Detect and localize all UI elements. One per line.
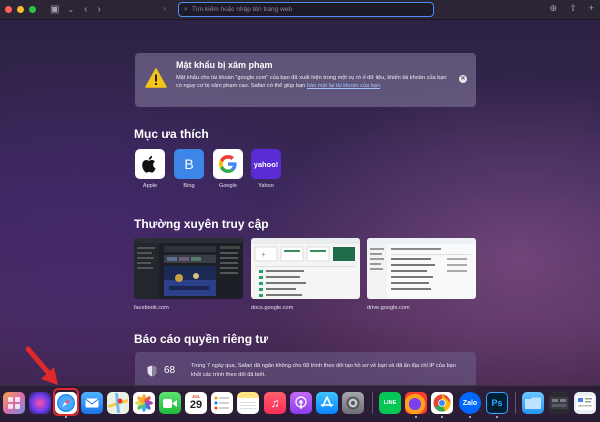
calendar-icon[interactable]: JUL 29 bbox=[185, 392, 207, 414]
podcasts-icon[interactable] bbox=[290, 392, 312, 414]
favorite-yahoo[interactable]: yahoo! Yahoo bbox=[250, 149, 282, 189]
bing-tile: B bbox=[174, 149, 204, 179]
music-note-icon: ♫ bbox=[270, 396, 280, 410]
privacy-shield-icon[interactable]: ◐ bbox=[163, 4, 168, 13]
favorite-apple[interactable]: Apple bbox=[134, 149, 166, 189]
favorite-label: Bing bbox=[183, 183, 195, 189]
reminders-icon[interactable] bbox=[211, 392, 233, 414]
address-placeholder: Tìm kiếm hoặc nhập tên trang web bbox=[191, 6, 293, 13]
notes-icon[interactable] bbox=[237, 392, 259, 414]
toolbar-right: ⊕ ⇧ + bbox=[550, 3, 594, 14]
launchpad-icon[interactable] bbox=[3, 392, 25, 414]
shield-icon bbox=[147, 365, 157, 377]
sidebar-toggle-icon[interactable]: ▣ bbox=[50, 4, 59, 15]
drive-preview bbox=[367, 238, 476, 299]
red-arrow-annotation bbox=[25, 346, 58, 385]
document-thumbnail-icon[interactable] bbox=[574, 392, 596, 414]
thumbnail-facebook[interactable] bbox=[134, 238, 243, 299]
favorite-google[interactable]: Google bbox=[212, 149, 244, 189]
secure-account-link[interactable]: bảo mật lại tài khoản của bạn bbox=[307, 83, 380, 89]
minimize-window-button[interactable] bbox=[17, 6, 24, 13]
close-icon[interactable]: ✕ bbox=[459, 75, 467, 83]
yahoo-tile: yahoo! bbox=[251, 149, 281, 179]
thumbnail-label: facebook.com bbox=[134, 305, 169, 311]
mail-icon[interactable] bbox=[81, 392, 103, 414]
running-indicator bbox=[65, 416, 67, 418]
maps-icon[interactable] bbox=[107, 392, 129, 414]
line-icon[interactable]: LINE bbox=[379, 392, 401, 414]
screenshot-thumbnail-icon[interactable] bbox=[548, 392, 570, 414]
google-logo-icon bbox=[213, 149, 243, 179]
chevron-down-icon[interactable]: ⌄ bbox=[67, 5, 74, 14]
back-button[interactable]: ‹ bbox=[84, 4, 87, 15]
thumbnail-drive[interactable] bbox=[367, 238, 476, 299]
folder-icon[interactable] bbox=[522, 392, 544, 414]
firefox-icon[interactable] bbox=[405, 392, 427, 414]
docs-preview: + bbox=[251, 238, 360, 297]
warning-body: Mật khẩu cho tài khoản "google.com" của … bbox=[176, 74, 450, 90]
forward-button[interactable]: › bbox=[98, 4, 101, 15]
running-indicator bbox=[496, 416, 498, 418]
downloads-icon[interactable]: ⊕ bbox=[550, 3, 558, 14]
photos-icon[interactable] bbox=[133, 392, 155, 414]
favorite-label: Google bbox=[218, 183, 238, 189]
favorite-bing[interactable]: B Bing bbox=[173, 149, 205, 189]
dock-separator bbox=[515, 392, 516, 414]
music-icon[interactable]: ♫ bbox=[264, 392, 286, 414]
share-icon[interactable]: ⇧ bbox=[569, 3, 577, 14]
app-store-icon[interactable] bbox=[316, 392, 338, 414]
system-settings-icon[interactable] bbox=[342, 392, 364, 414]
fullscreen-window-button[interactable] bbox=[29, 6, 36, 13]
favorite-label: Apple bbox=[142, 183, 158, 189]
favorite-label: Yahoo bbox=[258, 183, 274, 189]
apple-logo-icon bbox=[135, 149, 165, 179]
warning-text-end: . bbox=[379, 83, 382, 89]
zalo-icon[interactable]: Zalo bbox=[459, 392, 481, 414]
facebook-preview bbox=[134, 238, 243, 299]
favorites-title: Mục ưa thích bbox=[134, 127, 209, 141]
svg-text:+: + bbox=[261, 250, 266, 259]
siri-icon[interactable] bbox=[29, 392, 51, 414]
window-controls bbox=[5, 6, 36, 13]
address-bar[interactable]: ⌕ Tìm kiếm hoặc nhập tên trang web bbox=[178, 2, 434, 17]
running-indicator bbox=[441, 416, 443, 418]
search-icon: ⌕ bbox=[184, 5, 188, 13]
warning-title: Mật khẩu bị xâm phạm bbox=[176, 60, 273, 70]
close-window-button[interactable] bbox=[5, 6, 12, 13]
running-indicator bbox=[469, 416, 471, 418]
privacy-text: Trong 7 ngày qua, Safari đã ngăn không c… bbox=[191, 363, 456, 378]
new-tab-icon[interactable]: + bbox=[589, 3, 594, 14]
thumbnail-docs[interactable]: + bbox=[251, 238, 360, 299]
chrome-icon[interactable] bbox=[431, 392, 453, 414]
running-indicator bbox=[415, 416, 417, 418]
dock-separator bbox=[372, 392, 373, 414]
facetime-icon[interactable] bbox=[159, 392, 181, 414]
privacy-report-title: Báo cáo quyền riêng tư bbox=[134, 332, 269, 346]
calendar-day: 29 bbox=[189, 399, 203, 411]
photoshop-icon[interactable]: Ps bbox=[486, 392, 508, 414]
tracker-count: 68 bbox=[164, 365, 176, 376]
thumbnail-label: drive.google.com bbox=[367, 305, 410, 311]
safari-highlight-box bbox=[53, 388, 79, 416]
warning-icon bbox=[145, 68, 167, 88]
thumbnail-label: docs.google.com bbox=[251, 305, 294, 311]
compromised-password-card[interactable]: Mật khẩu bị xâm phạm Mật khẩu cho tài kh… bbox=[135, 53, 476, 107]
frequent-title: Thường xuyên truy cập bbox=[134, 217, 269, 231]
